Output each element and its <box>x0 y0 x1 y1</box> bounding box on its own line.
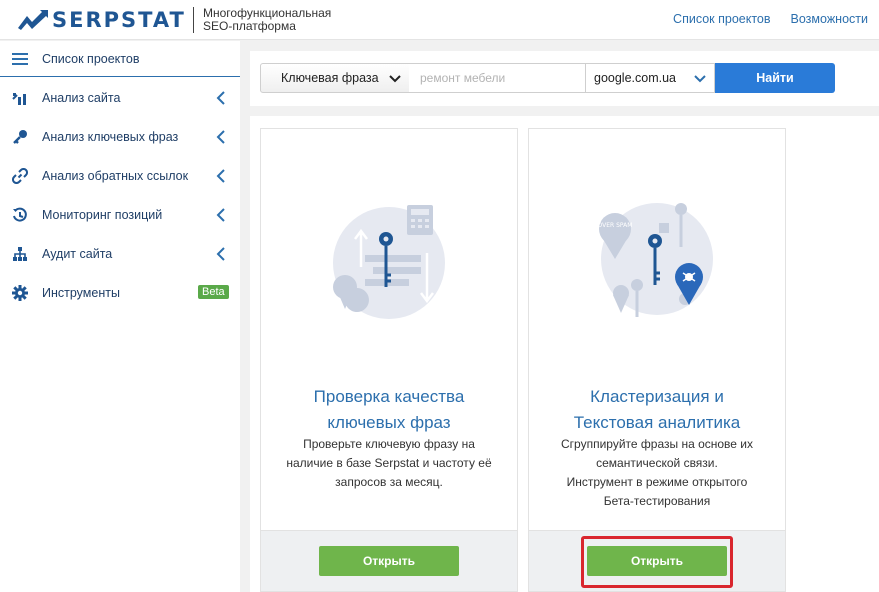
sidebar-item-tools[interactable]: Инструменты Beta <box>0 275 240 311</box>
over-spam-label: OVER SPAM <box>598 222 633 229</box>
keyword-check-illustration <box>333 205 445 319</box>
sitemap-icon <box>11 245 29 263</box>
tool-card-clustering: OVER SPAM Кластеризация и Текстовая анал… <box>528 128 786 592</box>
beta-badge: Beta <box>198 285 229 299</box>
history-icon <box>11 206 29 224</box>
chevron-down-icon <box>694 75 706 83</box>
header: SERPSTAT Многофункциональная SEO-платфор… <box>0 0 879 40</box>
gear-icon <box>11 284 29 302</box>
logo-text: SERPSTAT <box>52 8 186 32</box>
logo-mark-icon <box>18 10 48 30</box>
sidebar-item-rank-tracking[interactable]: Мониторинг позиций <box>0 197 240 233</box>
open-keyword-check-button[interactable]: Открыть <box>319 546 459 576</box>
chevron-left-icon <box>216 91 225 105</box>
open-clustering-button[interactable]: Открыть <box>587 546 727 576</box>
chevron-left-icon <box>216 130 225 144</box>
card-footer: Открыть <box>529 530 785 591</box>
chevron-left-icon <box>216 208 225 222</box>
nav-features[interactable]: Возможности <box>791 12 868 26</box>
search-type-select[interactable]: Ключевая фраза <box>260 63 410 93</box>
nav-project-list[interactable]: Список проектов <box>673 12 770 26</box>
card-footer: Открыть <box>261 530 517 591</box>
chevron-left-icon <box>216 169 225 183</box>
search-panel: Ключевая фраза google.com.ua Найти <box>250 51 879 106</box>
sidebar-item-site-audit[interactable]: Аудит сайта <box>0 236 240 272</box>
tool-card-keyword-check: Проверка качества ключевых фраз Проверьт… <box>260 128 518 592</box>
tools-content: Проверка качества ключевых фраз Проверьт… <box>250 116 879 592</box>
link-icon <box>11 167 29 185</box>
card-description: Проверьте ключевую фразу на наличие в ба… <box>286 437 492 489</box>
card-title: Кластеризация и Текстовая аналитика <box>573 387 741 432</box>
clustering-illustration: OVER SPAM <box>598 203 713 317</box>
serpstat-logo[interactable]: SERPSTAT <box>18 8 186 32</box>
chevron-left-icon <box>216 247 225 261</box>
sidebar-item-keyword-analysis[interactable]: Анализ ключевых фраз <box>0 119 240 155</box>
top-nav: Список проектов Возможности <box>673 12 868 26</box>
chevron-down-icon <box>389 75 401 83</box>
card-title: Проверка качества ключевых фраз <box>313 387 465 432</box>
sidebar: Список проектов Анализ сайта Анализ ключ… <box>0 41 240 592</box>
sidebar-item-backlink-analysis[interactable]: Анализ обратных ссылок <box>0 158 240 194</box>
sidebar-item-site-analysis[interactable]: Анализ сайта <box>0 80 240 116</box>
keyword-input[interactable] <box>409 63 586 93</box>
search-button[interactable]: Найти <box>715 63 835 93</box>
menu-icon <box>11 50 29 68</box>
tagline: Многофункциональная SEO-платформа <box>193 7 331 33</box>
chart-icon <box>11 89 29 107</box>
sidebar-item-project-list[interactable]: Список проектов <box>0 41 240 77</box>
card-description: Сгруппируйте фразы на основе их семантич… <box>561 437 753 508</box>
search-engine-select[interactable]: google.com.ua <box>585 63 715 93</box>
key-icon <box>11 128 29 146</box>
